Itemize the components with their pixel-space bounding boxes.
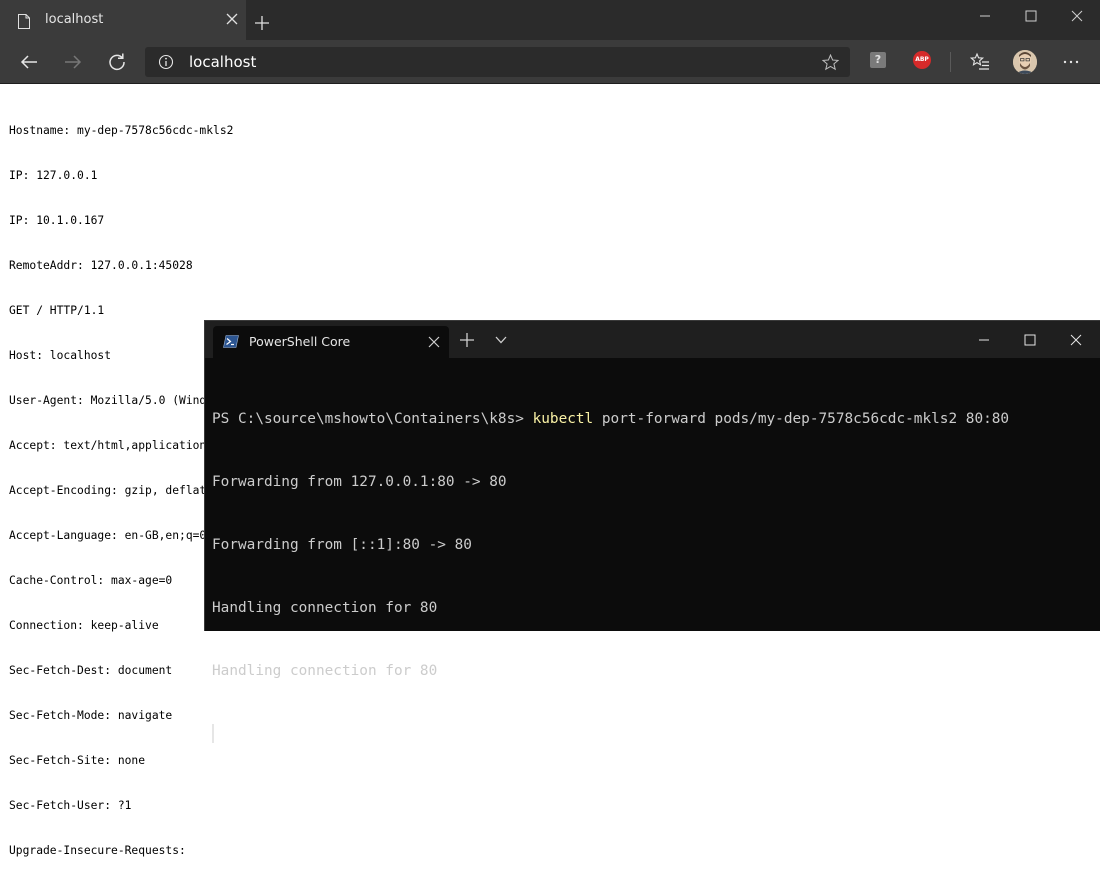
terminal-titlebar: PowerShell Core: [205, 321, 1100, 358]
close-window-icon: [1071, 10, 1083, 22]
response-line: IP: 10.1.0.167: [9, 214, 105, 227]
output-line: Forwarding from 127.0.0.1:80 -> 80: [212, 474, 507, 490]
browser-toolbar: localhost ? ABP: [0, 40, 1100, 84]
prompt: PS C:\source\mshowto\Containers\k8s>: [212, 411, 533, 427]
favorites-icon[interactable]: [970, 52, 990, 72]
star-icon[interactable]: [822, 54, 839, 71]
close-window-button[interactable]: [1054, 0, 1100, 32]
more-icon[interactable]: [1061, 52, 1081, 72]
refresh-button[interactable]: [105, 50, 129, 74]
response-line: GET / HTTP/1.1: [9, 304, 105, 317]
maximize-icon: [1024, 334, 1036, 345]
command-args: port-forward pods/my-dep-7578c56cdc-mkls…: [593, 411, 1010, 427]
output-line: Forwarding from [::1]:80 -> 80: [212, 537, 472, 553]
browser-tab[interactable]: localhost: [0, 0, 246, 40]
cursor-line: [212, 724, 1009, 746]
maximize-icon: [1025, 10, 1037, 22]
terminal-close-button[interactable]: [1053, 321, 1099, 358]
minimize-icon: [980, 15, 990, 17]
close-icon[interactable]: [428, 336, 440, 348]
powershell-icon: [223, 335, 239, 348]
url-text[interactable]: localhost: [189, 53, 256, 71]
plus-icon[interactable]: [460, 333, 474, 347]
command-line: PS C:\source\mshowto\Containers\k8s> kub…: [212, 409, 1009, 430]
address-bar[interactable]: localhost: [145, 47, 850, 77]
close-window-icon: [1070, 334, 1082, 345]
profile-avatar[interactable]: [1013, 50, 1037, 74]
refresh-icon: [109, 53, 125, 71]
response-line: Hostname: my-dep-7578c56cdc-mkls2: [9, 124, 234, 137]
output-line: Handling connection for 80: [212, 600, 438, 616]
back-arrow-icon: [20, 55, 37, 69]
terminal-tab[interactable]: PowerShell Core: [213, 326, 449, 358]
plus-icon[interactable]: [254, 15, 270, 31]
forward-button[interactable]: [61, 50, 85, 74]
avatar-image: [1013, 50, 1037, 74]
text-cursor: [212, 724, 214, 743]
info-icon[interactable]: [158, 54, 174, 70]
terminal-window: PowerShell Core PS C:\source\mshowto\Con…: [204, 320, 1100, 743]
help-extension-icon[interactable]: ?: [870, 52, 886, 68]
tab-title: localhost: [45, 12, 104, 27]
command-name: kubectl: [532, 411, 594, 427]
chevron-down-icon[interactable]: [495, 335, 507, 345]
page-icon: [18, 14, 30, 29]
adblock-extension-icon[interactable]: ABP: [913, 51, 931, 69]
close-icon[interactable]: [224, 11, 240, 27]
output-line: Handling connection for 80: [212, 663, 438, 679]
response-line: Sec-Fetch-User: ?1: [9, 799, 132, 812]
browser-titlebar: localhost: [0, 0, 1100, 40]
minimize-icon: [979, 339, 989, 340]
maximize-button[interactable]: [1008, 0, 1054, 32]
terminal-tab-title: PowerShell Core: [249, 334, 351, 349]
response-line: RemoteAddr: 127.0.0.1:45028: [9, 259, 193, 272]
minimize-button[interactable]: [962, 0, 1008, 32]
terminal-maximize-button[interactable]: [1007, 321, 1053, 358]
forward-arrow-icon: [65, 55, 82, 69]
response-line: Upgrade-Insecure-Requests:: [9, 844, 186, 857]
response-line: IP: 127.0.0.1: [9, 169, 98, 182]
terminal-minimize-button[interactable]: [961, 321, 1007, 358]
toolbar-divider: [950, 52, 951, 72]
back-button[interactable]: [17, 50, 41, 74]
terminal-output[interactable]: PS C:\source\mshowto\Containers\k8s> kub…: [212, 367, 1009, 788]
